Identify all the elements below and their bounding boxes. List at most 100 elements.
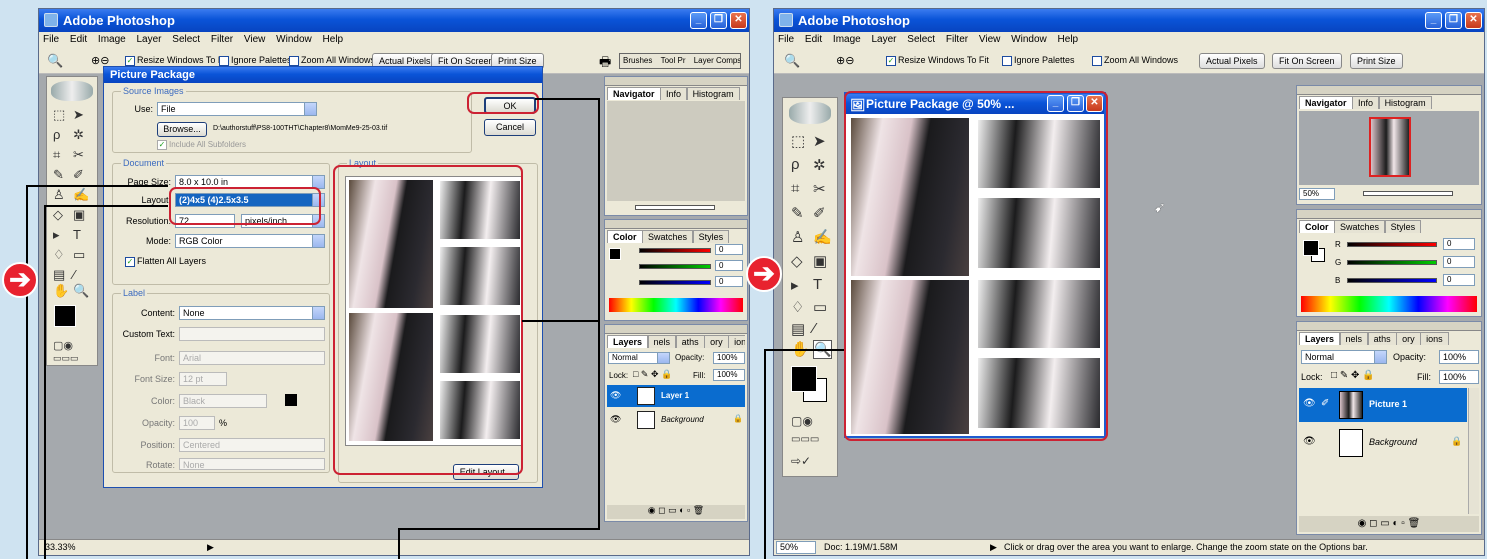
menu-help[interactable]: Help bbox=[323, 34, 344, 45]
lasso-tool-icon[interactable]: ρ bbox=[791, 156, 800, 173]
menu-filter[interactable]: Filter bbox=[211, 34, 233, 45]
move-tool-icon[interactable]: ➤ bbox=[813, 132, 826, 150]
tab-history[interactable]: ory bbox=[704, 335, 729, 348]
maximize-button[interactable]: ❐ bbox=[1445, 12, 1462, 29]
menu-file[interactable]: File bbox=[43, 34, 59, 45]
font-dropdown[interactable]: Arial bbox=[179, 351, 325, 365]
tab-layers[interactable]: Layers bbox=[1299, 332, 1341, 345]
layers-footer-icons[interactable]: ◉ ◻ ▭ ◐ ▫ 🗑 bbox=[1299, 516, 1479, 532]
tab-styles[interactable]: Styles bbox=[692, 230, 730, 243]
slice-tool-icon[interactable]: ✂ bbox=[813, 180, 826, 198]
slice-tool-icon[interactable]: ✂ bbox=[73, 147, 84, 163]
layer-opacity-input[interactable]: 100% bbox=[1439, 350, 1479, 364]
tab-histogram[interactable]: Histogram bbox=[1378, 96, 1432, 109]
green-value-input[interactable]: 0 bbox=[715, 260, 743, 271]
eraser-tool-icon[interactable]: ◇ bbox=[53, 207, 63, 223]
blend-mode-dropdown[interactable]: Normal bbox=[608, 352, 670, 364]
flatten-layers-checkbox[interactable]: ✓ Flatten All Layers bbox=[125, 256, 206, 267]
tab-color[interactable]: Color bbox=[607, 230, 643, 243]
layers-scrollbar[interactable] bbox=[1468, 388, 1479, 514]
green-slider[interactable] bbox=[1347, 260, 1437, 265]
red-value-input[interactable]: 0 bbox=[1443, 238, 1475, 250]
zoom-tool-icon[interactable]: 🔍 bbox=[784, 53, 800, 69]
foreground-color-swatch[interactable] bbox=[791, 366, 817, 392]
menu-layer[interactable]: Layer bbox=[137, 34, 162, 45]
zoom-all-checkbox[interactable]: Zoom All Windows bbox=[289, 55, 375, 66]
custom-text-input[interactable] bbox=[179, 327, 325, 341]
red-slider[interactable] bbox=[639, 248, 711, 253]
move-tool-icon[interactable]: ➤ bbox=[73, 107, 84, 123]
foreground-color-swatch[interactable] bbox=[54, 305, 76, 327]
tab-history[interactable]: ory bbox=[1396, 332, 1421, 345]
blue-slider[interactable] bbox=[1347, 278, 1437, 283]
brush-tool-icon[interactable]: ✐ bbox=[813, 204, 826, 222]
pen-tool-icon[interactable]: ♢ bbox=[791, 298, 804, 316]
layer-opacity-input[interactable]: 100% bbox=[713, 352, 745, 364]
tab-swatches[interactable]: Swatches bbox=[642, 230, 694, 243]
type-tool-icon[interactable]: T bbox=[813, 276, 822, 293]
print-size-button[interactable]: Print Size bbox=[1350, 53, 1403, 69]
marquee-tool-icon[interactable]: ⬚ bbox=[53, 107, 65, 123]
close-button[interactable]: ✕ bbox=[730, 12, 747, 29]
status-zoom-field[interactable]: 50% bbox=[776, 541, 816, 554]
menu-select[interactable]: Select bbox=[907, 34, 935, 45]
lasso-tool-icon[interactable]: ρ bbox=[53, 127, 60, 142]
navigator-zoom-input[interactable]: 50% bbox=[1299, 188, 1335, 200]
status-arrow-icon[interactable]: ▶ bbox=[207, 540, 214, 555]
red-slider[interactable] bbox=[1347, 242, 1437, 247]
tab-paths[interactable]: aths bbox=[1367, 332, 1397, 345]
content-dropdown[interactable]: None bbox=[179, 306, 325, 320]
path-select-icon[interactable]: ▸ bbox=[791, 276, 799, 294]
well-tab-layer-comps[interactable]: Layer Comps bbox=[694, 56, 740, 65]
include-subfolders-checkbox[interactable]: ✓ Include All Subfolders bbox=[157, 140, 246, 150]
layer-row-layer1[interactable]: 👁 Layer 1 bbox=[607, 385, 745, 407]
green-slider[interactable] bbox=[639, 264, 711, 269]
menu-select[interactable]: Select bbox=[172, 34, 200, 45]
tab-layers[interactable]: Layers bbox=[607, 335, 649, 348]
navigator-zoom-slider[interactable] bbox=[635, 205, 715, 210]
lock-icons[interactable]: □ ✎ ✥ 🔒 bbox=[1331, 370, 1375, 381]
mode-dropdown[interactable]: RGB Color bbox=[175, 234, 325, 248]
browse-button[interactable]: Browse... bbox=[157, 122, 207, 137]
notes-tool-icon[interactable]: ▤ bbox=[53, 267, 65, 283]
layer-row-picture1[interactable]: 👁 ✐ Picture 1 bbox=[1299, 388, 1467, 422]
fit-on-screen-button[interactable]: Fit On Screen bbox=[1272, 53, 1342, 69]
notes-tool-icon[interactable]: ▤ bbox=[791, 320, 805, 338]
crop-tool-icon[interactable]: ⌗ bbox=[791, 180, 799, 197]
menu-filter[interactable]: Filter bbox=[946, 34, 968, 45]
menu-view[interactable]: View bbox=[244, 34, 266, 45]
navigator-view-box[interactable] bbox=[1369, 117, 1411, 177]
marquee-tool-icon[interactable]: ⬚ bbox=[791, 132, 805, 150]
menu-edit[interactable]: Edit bbox=[70, 34, 87, 45]
printer-icon[interactable]: 🖶 bbox=[599, 53, 611, 75]
fill-input[interactable]: 100% bbox=[1439, 370, 1479, 384]
use-dropdown[interactable]: File bbox=[157, 102, 317, 116]
crop-tool-icon[interactable]: ⌗ bbox=[53, 147, 60, 163]
tab-styles[interactable]: Styles bbox=[1384, 220, 1422, 233]
well-tab-tool-presets[interactable]: Tool Pr bbox=[661, 56, 686, 65]
eye-icon[interactable]: 👁 bbox=[610, 390, 621, 401]
actual-pixels-button[interactable]: Actual Pixels bbox=[1199, 53, 1265, 69]
minimize-button[interactable]: _ bbox=[1425, 12, 1442, 29]
navigator-zoom-slider[interactable] bbox=[1363, 191, 1453, 196]
eyedropper-icon[interactable]: ⁄ bbox=[73, 267, 75, 282]
blue-value-input[interactable]: 0 bbox=[715, 276, 743, 287]
rotate-dropdown[interactable]: None bbox=[179, 458, 325, 470]
zoom-all-checkbox[interactable]: Zoom All Windows bbox=[1092, 55, 1178, 66]
color-ramp[interactable] bbox=[1301, 296, 1477, 312]
eye-icon[interactable]: 👁 bbox=[1303, 398, 1316, 409]
resize-windows-checkbox[interactable]: ✓ Resize Windows To Fit bbox=[125, 55, 228, 66]
quick-mask-icon[interactable]: ▢◉ bbox=[53, 339, 73, 352]
status-arrow-icon[interactable]: ▶ bbox=[990, 540, 997, 555]
menu-layer[interactable]: Layer bbox=[872, 34, 897, 45]
well-tab-brushes[interactable]: Brushes bbox=[623, 56, 652, 65]
magic-wand-icon[interactable]: ✲ bbox=[813, 156, 826, 174]
menu-image[interactable]: Image bbox=[833, 34, 861, 45]
tab-info[interactable]: Info bbox=[1352, 96, 1380, 109]
tab-navigator[interactable]: Navigator bbox=[607, 87, 661, 100]
menu-window[interactable]: Window bbox=[276, 34, 312, 45]
shape-tool-icon[interactable]: ▭ bbox=[73, 247, 85, 263]
healing-brush-icon[interactable]: ✎ bbox=[791, 204, 804, 222]
maximize-button[interactable]: ❐ bbox=[710, 12, 727, 29]
tab-channels[interactable]: nels bbox=[1339, 332, 1369, 345]
